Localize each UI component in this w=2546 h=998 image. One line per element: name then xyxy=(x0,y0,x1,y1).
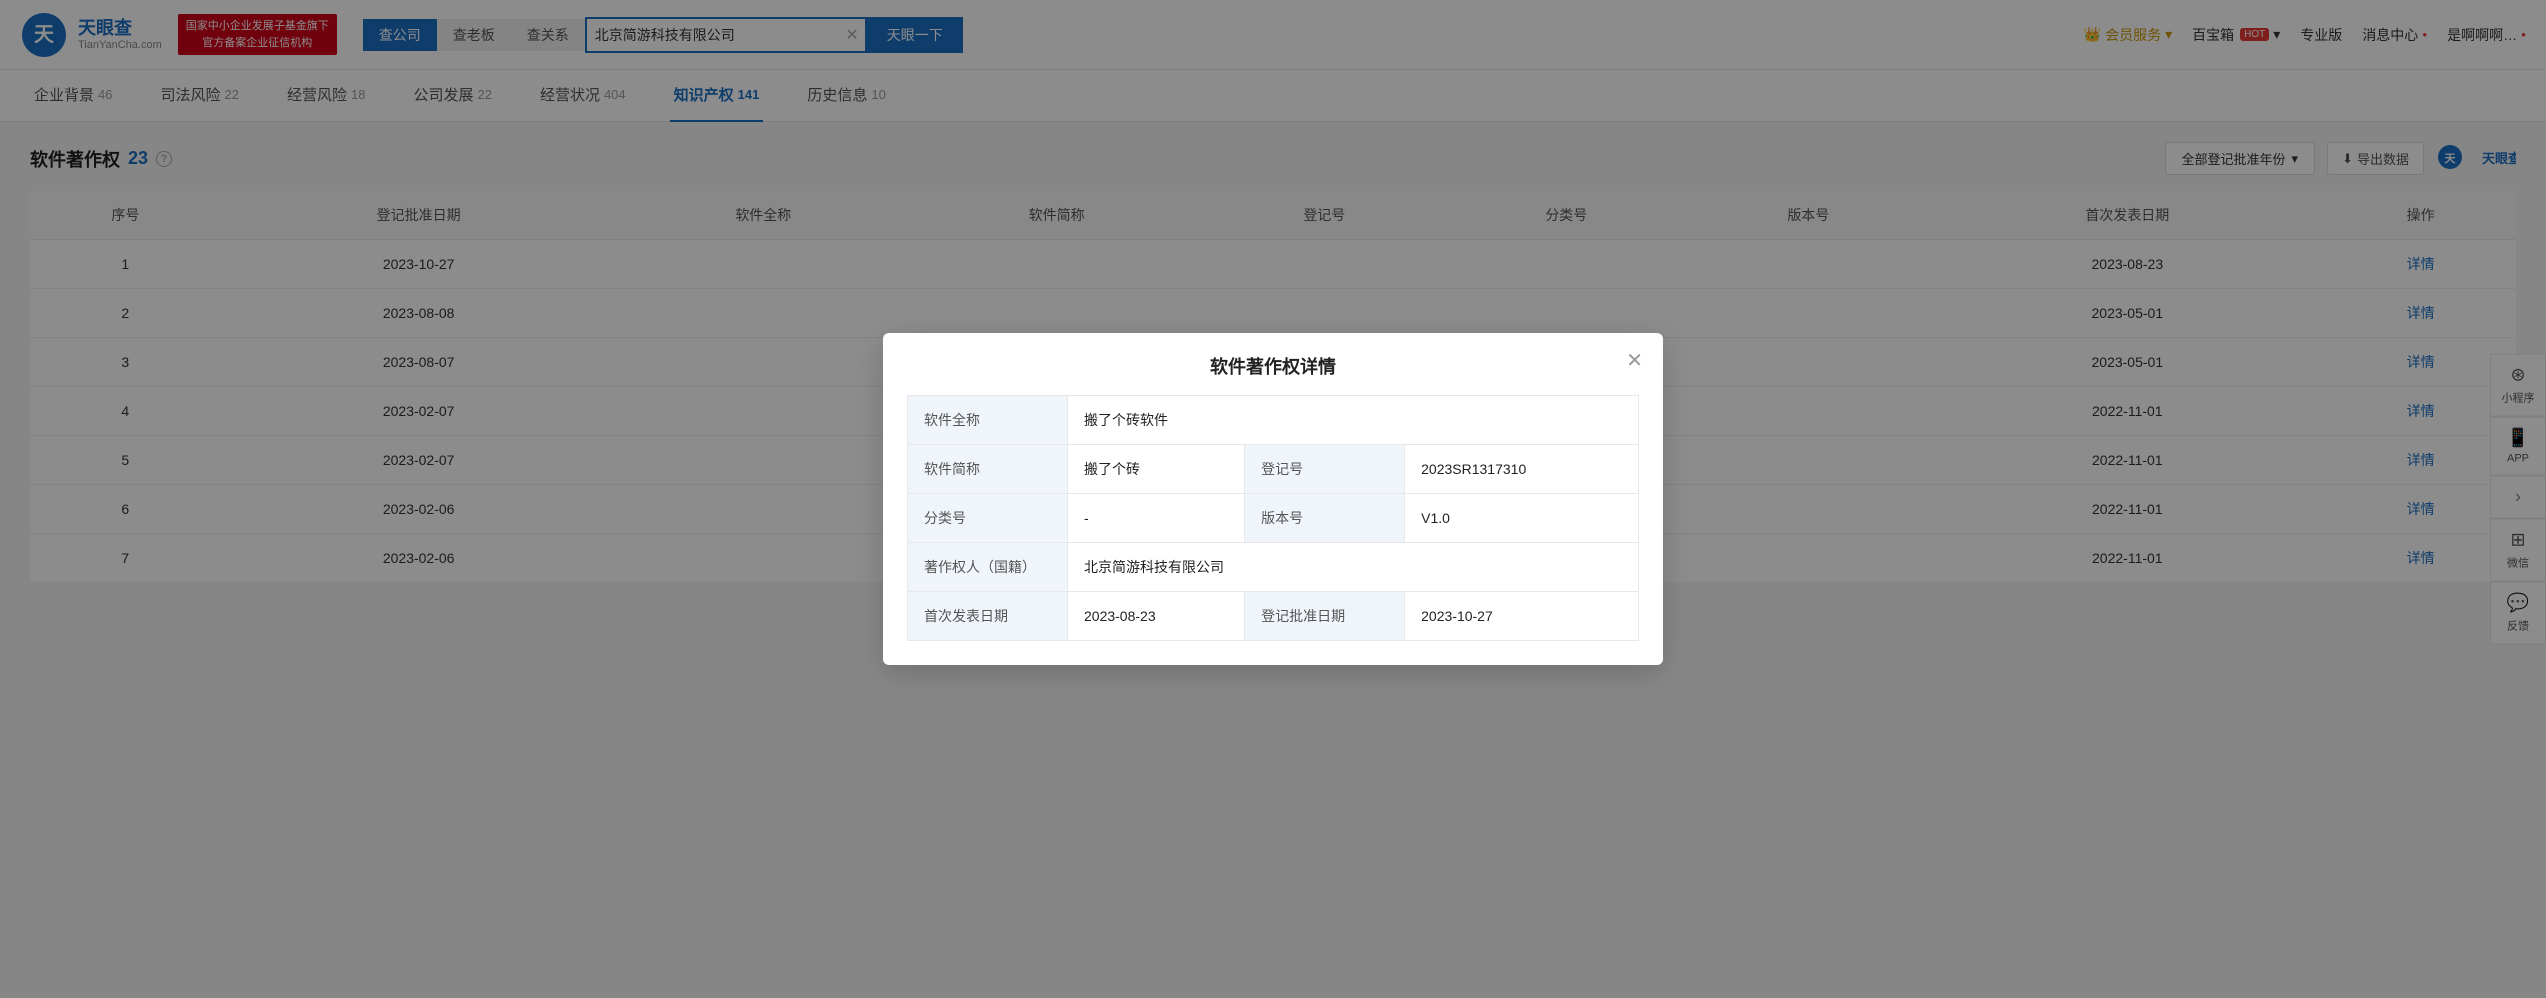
modal-detail-table: 软件全称 搬了个砖软件 软件简称 搬了个砖 登记号 2023SR1317310 … xyxy=(907,395,1639,641)
value-version: V1.0 xyxy=(1405,494,1639,543)
modal-row-owner: 著作权人（国籍） 北京简游科技有限公司 xyxy=(908,543,1639,592)
label-software-shortname: 软件简称 xyxy=(908,445,1068,494)
modal-row-category: 分类号 - 版本号 V1.0 xyxy=(908,494,1639,543)
value-software-shortname: 搬了个砖 xyxy=(1068,445,1245,494)
label-owner: 著作权人（国籍） xyxy=(908,543,1068,592)
label-software-fullname: 软件全称 xyxy=(908,396,1068,445)
modal-body: 软件全称 搬了个砖软件 软件简称 搬了个砖 登记号 2023SR1317310 … xyxy=(883,395,1663,665)
label-approval-date: 登记批准日期 xyxy=(1245,592,1405,641)
value-approval-date: 2023-10-27 xyxy=(1405,592,1639,641)
value-software-fullname: 搬了个砖软件 xyxy=(1068,396,1639,445)
modal-title: 软件著作权详情 xyxy=(1210,353,1336,379)
modal-close-button[interactable]: ✕ xyxy=(1626,351,1643,371)
modal-row-fullname: 软件全称 搬了个砖软件 xyxy=(908,396,1639,445)
modal: 软件著作权详情 ✕ 软件全称 搬了个砖软件 软件简称 搬了个砖 登记号 2023… xyxy=(883,333,1663,665)
modal-overlay[interactable]: 软件著作权详情 ✕ 软件全称 搬了个砖软件 软件简称 搬了个砖 登记号 2023… xyxy=(0,0,2546,998)
value-owner: 北京简游科技有限公司 xyxy=(1068,543,1639,592)
value-publish-date: 2023-08-23 xyxy=(1068,592,1245,641)
value-reg-no: 2023SR1317310 xyxy=(1405,445,1639,494)
label-publish-date: 首次发表日期 xyxy=(908,592,1068,641)
modal-header: 软件著作权详情 ✕ xyxy=(883,333,1663,395)
modal-row-dates: 首次发表日期 2023-08-23 登记批准日期 2023-10-27 xyxy=(908,592,1639,641)
modal-row-shortname: 软件简称 搬了个砖 登记号 2023SR1317310 xyxy=(908,445,1639,494)
label-version: 版本号 xyxy=(1245,494,1405,543)
label-reg-no: 登记号 xyxy=(1245,445,1405,494)
value-category: - xyxy=(1068,494,1245,543)
label-category: 分类号 xyxy=(908,494,1068,543)
